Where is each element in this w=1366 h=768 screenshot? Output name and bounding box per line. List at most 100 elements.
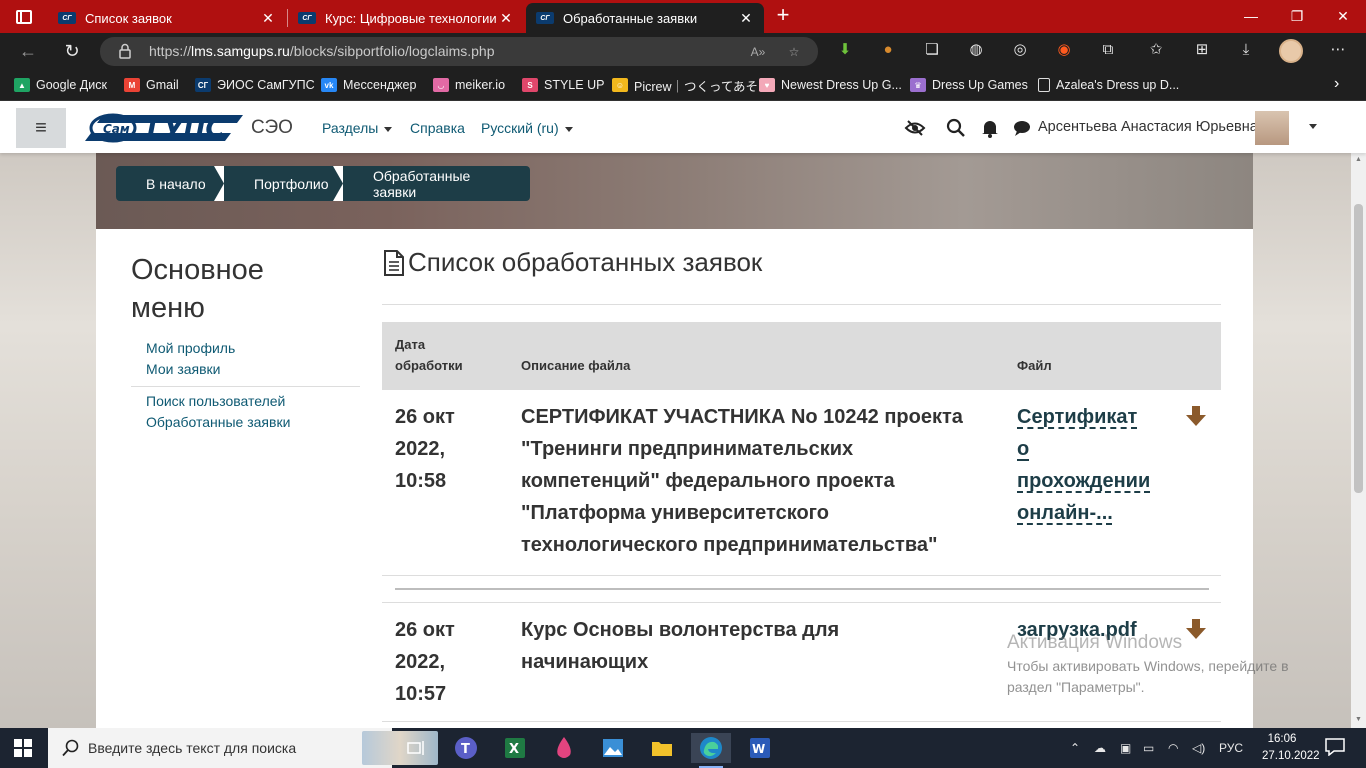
chevron-down-icon <box>564 126 573 132</box>
minimize-button[interactable]: — <box>1228 2 1274 30</box>
downloads-icon[interactable]: ⤓ <box>1236 40 1256 60</box>
address-bar[interactable]: https://lms.samgups.ru/blocks/sibportfol… <box>100 37 818 66</box>
chevron-down-icon[interactable] <box>1309 124 1317 129</box>
copy-extension-icon[interactable]: ❏ <box>922 40 942 60</box>
download-extension-icon[interactable]: ⬇ <box>835 40 855 60</box>
bookmark-dress-up-games[interactable]: ♛ Dress Up Games <box>910 76 1028 94</box>
user-avatar[interactable] <box>1255 111 1289 145</box>
wifi-icon[interactable]: ◠ <box>1168 728 1178 768</box>
collections-icon[interactable]: ⊞ <box>1192 40 1212 60</box>
scroll-up-icon[interactable]: ▲ <box>1354 156 1363 164</box>
close-tab-icon[interactable]: ✕ <box>738 10 754 27</box>
sidebar-item-my-profile[interactable]: Мой профиль <box>146 340 235 356</box>
scrollbar-thumb[interactable] <box>1354 204 1363 493</box>
browser-tab-bar: СГ Список заявок ✕ СГ Курс: Цифровые тех… <box>0 0 1366 33</box>
new-tab-button[interactable]: + <box>772 4 794 28</box>
chevron-down-icon <box>384 126 393 132</box>
row1-description: СЕРТИФИКАТ УЧАСТНИКА No 10242 проекта "Т… <box>521 406 963 556</box>
favorites-icon[interactable]: ✩ <box>1146 40 1166 60</box>
picrew-icon: ☺ <box>612 78 628 92</box>
bookmark-azalea[interactable]: Azalea's Dress up D... <box>1038 76 1179 94</box>
taskbar-paint[interactable] <box>544 733 584 763</box>
language-menu[interactable]: Русский (ru) <box>481 120 573 136</box>
bookmark-google-drive[interactable]: ▲ Google Диск <box>14 76 107 94</box>
sections-menu[interactable]: Разделы <box>322 120 393 136</box>
bear-extension-icon[interactable]: ● <box>878 40 898 60</box>
edge-browser-icon <box>700 737 722 759</box>
taskbar-word[interactable]: W <box>740 733 780 763</box>
notification-center-icon[interactable] <box>1325 738 1345 756</box>
taskbar-file-explorer[interactable] <box>642 733 682 763</box>
tray-show-hidden-icon[interactable]: ⌃ <box>1070 728 1080 768</box>
breadcrumb-portfolio[interactable]: Портфолио <box>224 166 343 201</box>
svg-text:T: T <box>461 742 470 757</box>
meiker-icon: ◡ <box>433 78 449 92</box>
restore-button[interactable]: ❐ <box>1274 2 1320 30</box>
download-icon[interactable] <box>1185 405 1207 427</box>
taskbar-edge[interactable] <box>691 733 731 768</box>
system-clock[interactable]: 16:06 27.10.2022 <box>1262 731 1320 765</box>
browser-profile-avatar[interactable] <box>1279 39 1303 63</box>
scroll-down-icon[interactable]: ▼ <box>1354 716 1363 724</box>
taskbar-photo-viewer[interactable] <box>593 733 633 763</box>
column-header-description: Описание файла <box>521 358 631 373</box>
onedrive-weather-icon[interactable]: ☁ <box>1094 728 1106 768</box>
bookmarks-overflow-icon[interactable]: › <box>1334 75 1339 93</box>
sidebar-item-my-claims[interactable]: Мои заявки <box>146 361 220 377</box>
bookmark-eios-samgups[interactable]: СГ ЭИОС СамГУПС <box>195 76 315 94</box>
orange-extension-icon[interactable]: ◉ <box>1054 40 1074 60</box>
close-tab-icon[interactable]: ✕ <box>498 10 514 27</box>
search-icon[interactable] <box>945 117 967 139</box>
bookmark-gmail[interactable]: M Gmail <box>124 76 179 94</box>
help-link[interactable]: Справка <box>410 120 465 136</box>
row2-date: 26 окт 2022, 10:57 <box>395 619 455 705</box>
bookmark-newest-dress-up[interactable]: ♥ Newest Dress Up G... <box>759 76 902 94</box>
language-indicator[interactable]: РУС <box>1219 728 1243 768</box>
breadcrumb-processed-claims[interactable]: Обработанные заявки <box>343 166 530 201</box>
volume-icon[interactable]: ◁) <box>1192 728 1205 768</box>
more-menu-icon[interactable]: ⋯ <box>1328 40 1348 60</box>
browser-tab-processed-claims[interactable]: СГ Обработанные заявки ✕ <box>526 3 764 33</box>
add-favorite-icon[interactable]: ☆ <box>784 42 804 62</box>
taskbar-excel[interactable]: X <box>495 733 535 763</box>
bookmark-meiker[interactable]: ◡ meiker.io <box>433 76 505 94</box>
extensions-icon[interactable]: ⧉ <box>1098 40 1118 60</box>
circle-extension-icon[interactable]: ◍ <box>966 40 986 60</box>
drawer-toggle-button[interactable]: ≡ <box>16 108 66 148</box>
sidebar-title: Основное меню <box>131 254 264 324</box>
breadcrumb-home[interactable]: В начало <box>116 166 224 201</box>
windows-start-icon[interactable] <box>14 739 32 757</box>
word-icon: W <box>750 738 770 758</box>
activation-watermark-title: Активация Windows <box>1007 632 1183 653</box>
close-tab-icon[interactable]: ✕ <box>260 10 276 27</box>
bookmark-style-up[interactable]: S STYLE UP <box>522 76 604 94</box>
bookmark-messenger[interactable]: vk Мессенджер <box>321 76 416 94</box>
sidebar-item-user-search[interactable]: Поиск пользователей <box>146 393 285 409</box>
back-button[interactable]: ← <box>13 38 43 64</box>
bookmark-picrew[interactable]: ☺ Picrew｜つくってあそ... <box>612 76 768 94</box>
activation-watermark-text: Чтобы активировать Windows, перейдите в … <box>1007 658 1289 695</box>
download-icon[interactable] <box>1185 618 1207 640</box>
browser-tab-claims-list[interactable]: СГ Список заявок ✕ <box>48 3 286 33</box>
search-icon <box>62 739 79 757</box>
read-aloud-icon[interactable]: A» <box>748 42 768 62</box>
taskbar-teams[interactable]: T <box>446 733 486 763</box>
close-window-button[interactable]: ✕ <box>1320 2 1366 30</box>
user-name[interactable]: Арсентьева Анастасия Юрьевна <box>1038 119 1258 135</box>
globe-extension-icon[interactable]: ◎ <box>1010 40 1030 60</box>
svg-text:ГУПС: ГУПС <box>147 114 224 144</box>
taskbar-search-input[interactable]: Введите здесь текст для поиска <box>48 728 438 768</box>
chat-bubble-icon[interactable] <box>1011 117 1033 139</box>
samgups-favicon-icon: СГ <box>58 12 76 24</box>
reload-button[interactable]: ↻ <box>57 38 87 64</box>
meet-now-icon[interactable]: ▣ <box>1120 728 1131 768</box>
sidebar-item-processed-claims[interactable]: Обработанные заявки <box>146 414 290 430</box>
tab-actions-button[interactable] <box>6 4 42 30</box>
samgups-logo[interactable]: Сам ГУПС <box>85 109 245 147</box>
bell-icon[interactable] <box>979 117 1001 139</box>
task-view-button[interactable] <box>397 733 437 763</box>
browser-tab-course[interactable]: СГ Курс: Цифровые технологии са ✕ <box>288 3 524 33</box>
battery-icon[interactable]: ▭ <box>1143 728 1154 768</box>
row1-file-link[interactable]: Сертификат о прохождении онлайн-... <box>1017 401 1150 529</box>
accessibility-eye-icon[interactable] <box>904 117 926 139</box>
